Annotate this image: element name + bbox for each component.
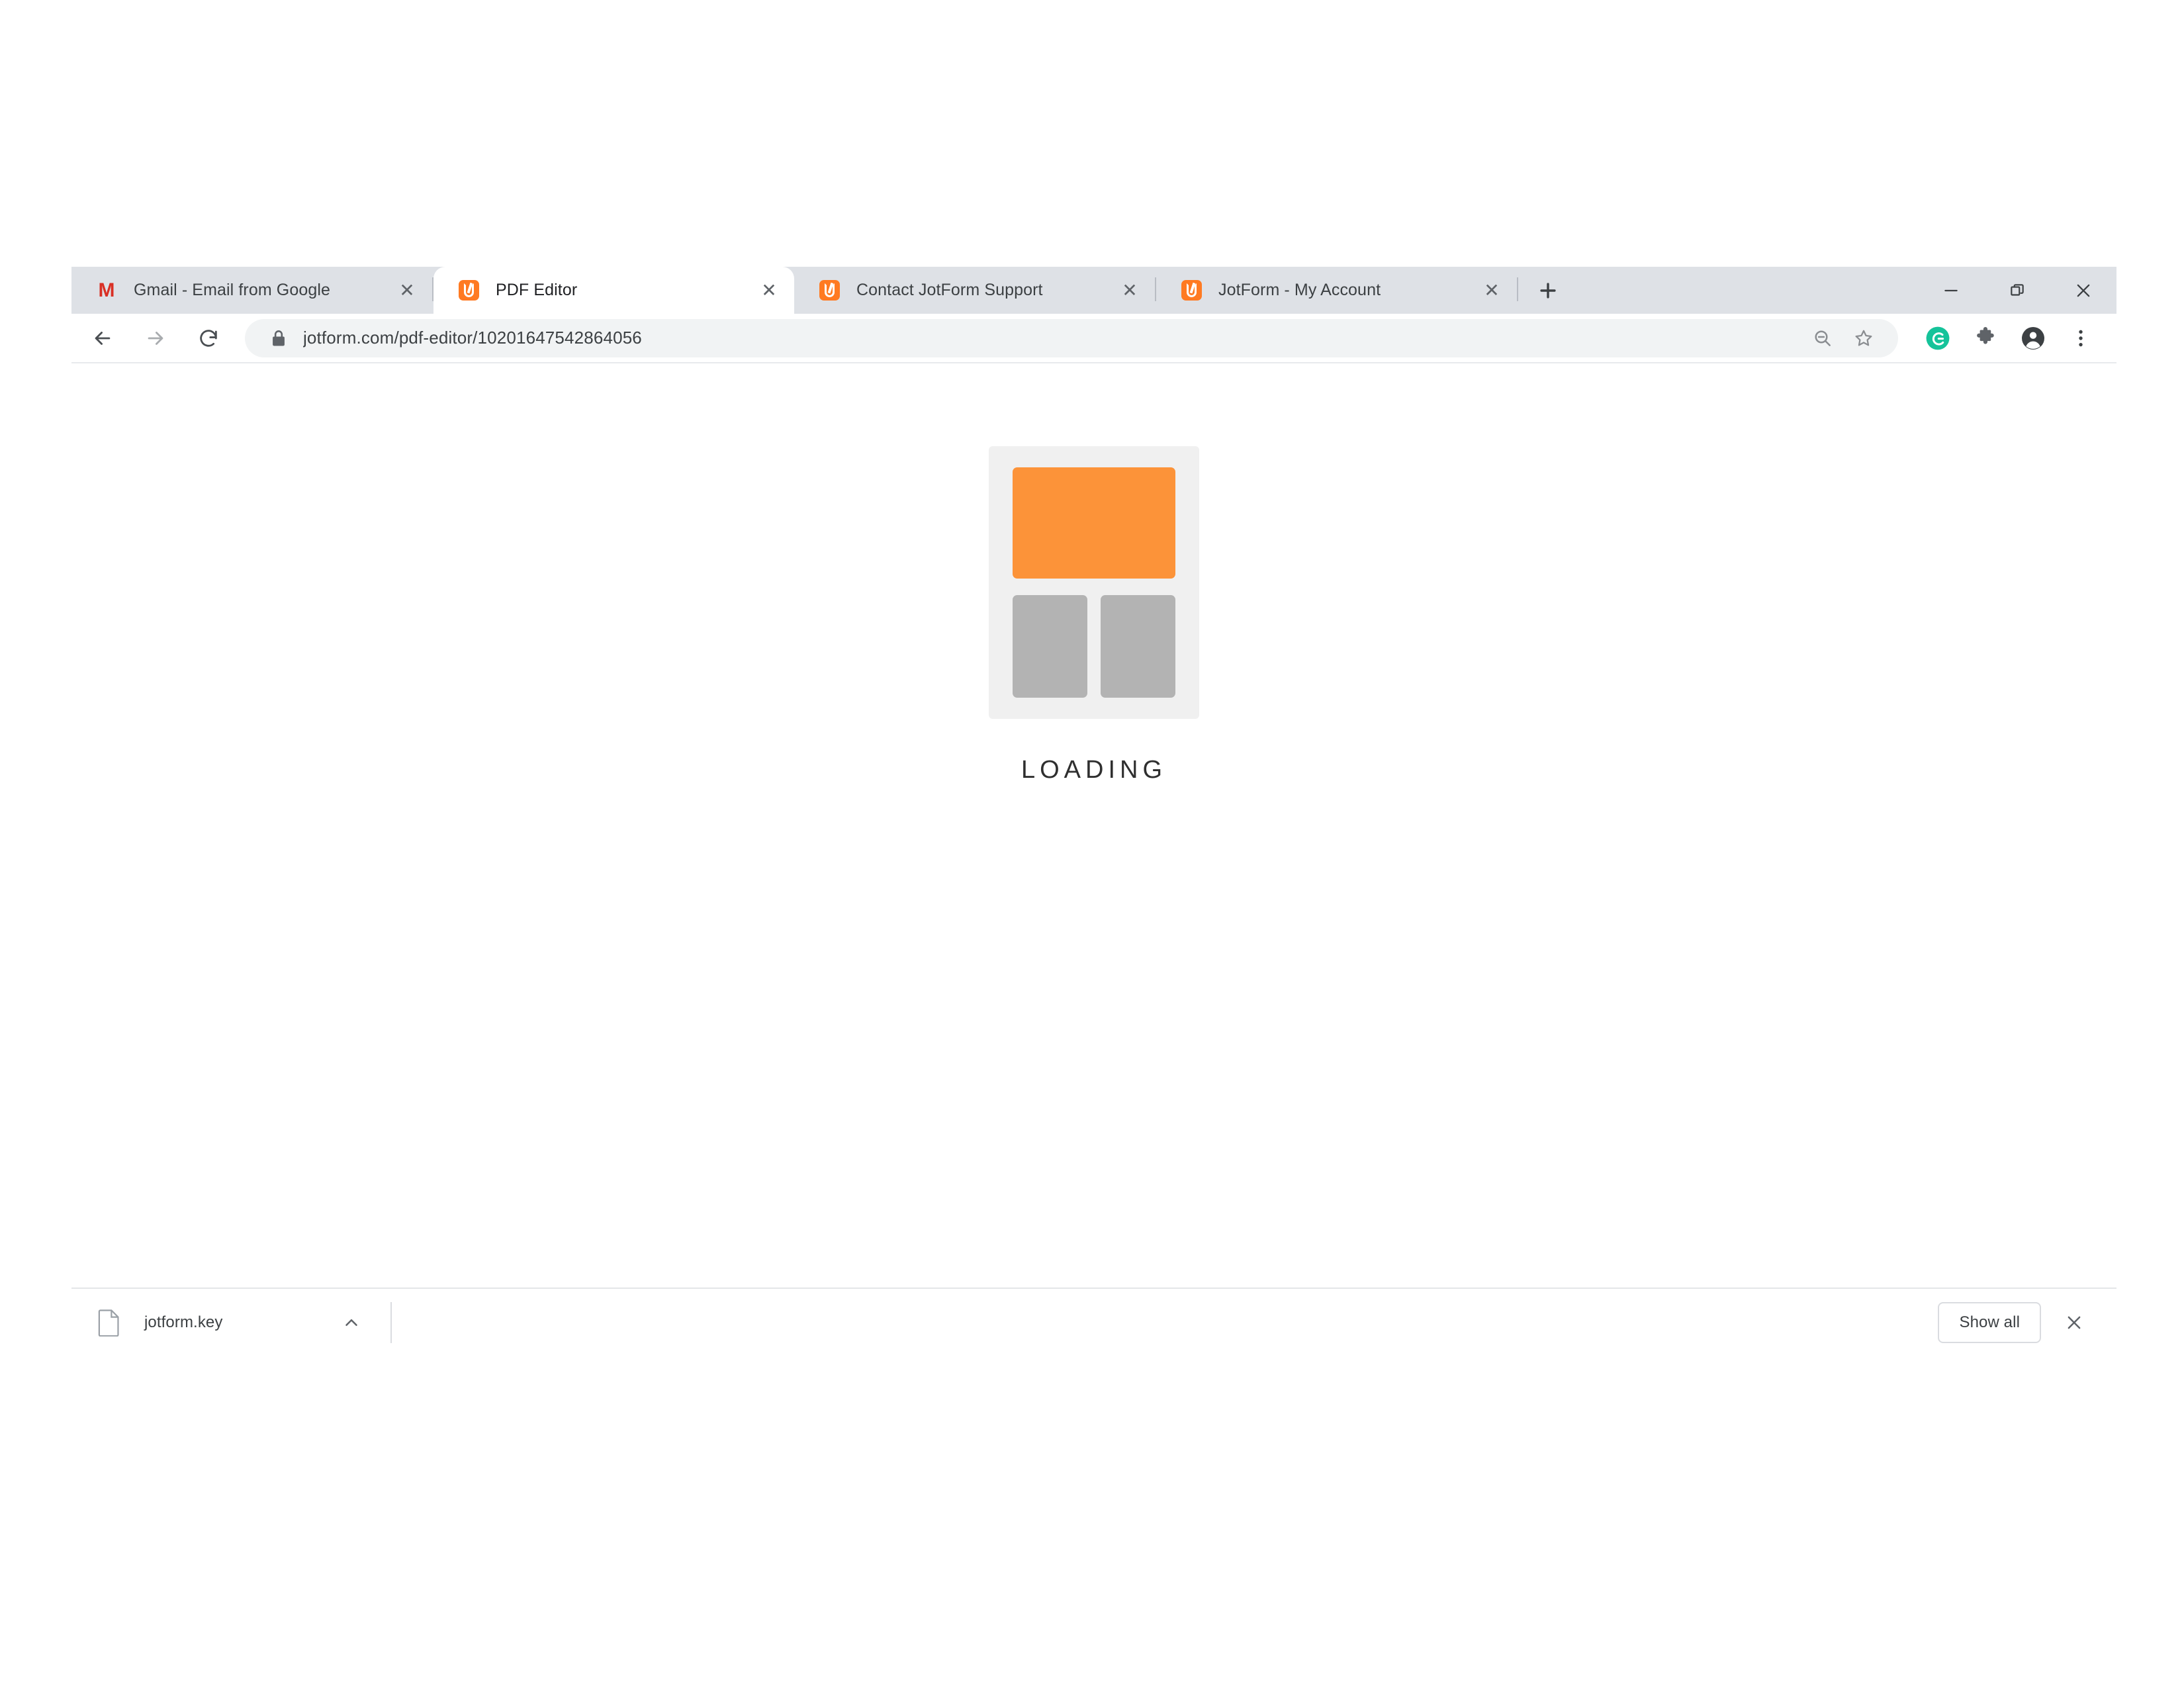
three-dot-menu-icon[interactable] (2062, 320, 2099, 357)
logo-placeholder-right (1101, 595, 1175, 698)
tabs-area: M Gmail - Email from Google ✕ PDF Editor… (71, 267, 1918, 314)
reload-button[interactable] (187, 316, 230, 360)
extensions-puzzle-icon[interactable] (1967, 320, 2004, 357)
browser-tab-contact-support[interactable]: Contact JotForm Support ✕ (794, 267, 1155, 314)
tab-title: Contact JotForm Support (856, 281, 1043, 299)
restore-button[interactable] (1984, 267, 2050, 314)
new-tab-button[interactable] (1527, 270, 1569, 311)
restore-icon (2011, 283, 2024, 296)
lock-icon (267, 327, 290, 350)
jotform-loading-logo (989, 446, 1199, 719)
minimize-icon (1944, 289, 1958, 291)
close-window-button[interactable] (2050, 267, 2116, 314)
download-shelf: jotform.key Show all (71, 1288, 2116, 1356)
profile-avatar-icon[interactable] (2015, 320, 2052, 357)
close-icon (2077, 284, 2090, 297)
lock-glyph (273, 330, 285, 346)
logo-placeholder-row (1013, 595, 1175, 698)
browser-window: M Gmail - Email from Google ✕ PDF Editor… (71, 267, 2116, 1356)
plus-icon (1540, 283, 1556, 299)
browser-toolbar: jotform.com/pdf-editor/10201647542864056 (71, 314, 2116, 363)
logo-accent-block (1013, 467, 1175, 579)
browser-tab-gmail[interactable]: M Gmail - Email from Google ✕ (71, 267, 432, 314)
gmail-icon: M (98, 279, 115, 301)
address-bar[interactable]: jotform.com/pdf-editor/10201647542864056 (245, 318, 1898, 357)
tab-title: JotForm - My Account (1218, 281, 1381, 299)
tab-close-button[interactable]: ✕ (752, 273, 786, 308)
download-divider (390, 1301, 392, 1343)
browser-tab-my-account[interactable]: JotForm - My Account ✕ (1156, 267, 1517, 314)
tab-close-button[interactable]: ✕ (390, 273, 424, 308)
window-controls (1918, 267, 2116, 314)
back-button[interactable] (81, 316, 124, 360)
jotform-icon (1180, 279, 1203, 302)
forward-button[interactable] (134, 316, 177, 360)
loading-text: LOADING (1021, 756, 1167, 784)
tab-title: Gmail - Email from Google (134, 281, 331, 299)
grammarly-icon[interactable] (1919, 320, 1956, 357)
download-item[interactable]: jotform.key (71, 1289, 368, 1356)
chevron-up-icon[interactable] (335, 1306, 368, 1339)
minimize-button[interactable] (1918, 267, 1984, 314)
close-download-shelf-button[interactable] (2056, 1304, 2093, 1341)
forward-arrow-icon (148, 331, 163, 345)
tab-strip: M Gmail - Email from Google ✕ PDF Editor… (71, 267, 2116, 314)
url-text[interactable]: jotform.com/pdf-editor/10201647542864056 (303, 328, 1805, 348)
close-icon (2068, 1316, 2081, 1329)
download-filename: jotform.key (144, 1313, 223, 1331)
page-viewport: LOADING (71, 363, 2116, 1288)
tab-divider (1517, 277, 1518, 301)
loading-indicator: LOADING (71, 446, 2116, 784)
tab-close-button[interactable]: ✕ (1475, 273, 1509, 308)
zoom-out-icon[interactable] (1805, 321, 1840, 355)
show-all-button[interactable]: Show all (1938, 1301, 2041, 1343)
browser-tab-pdf-editor[interactable]: PDF Editor ✕ (433, 267, 794, 314)
reload-icon (200, 329, 217, 347)
logo-placeholder-left (1013, 595, 1087, 698)
bookmark-star-icon[interactable] (1846, 321, 1881, 355)
tab-close-button[interactable]: ✕ (1113, 273, 1147, 308)
back-arrow-icon (95, 331, 111, 345)
jotform-icon (818, 279, 841, 302)
tab-title: PDF Editor (496, 281, 578, 299)
jotform-icon (457, 279, 480, 302)
document-file-icon (97, 1308, 122, 1337)
